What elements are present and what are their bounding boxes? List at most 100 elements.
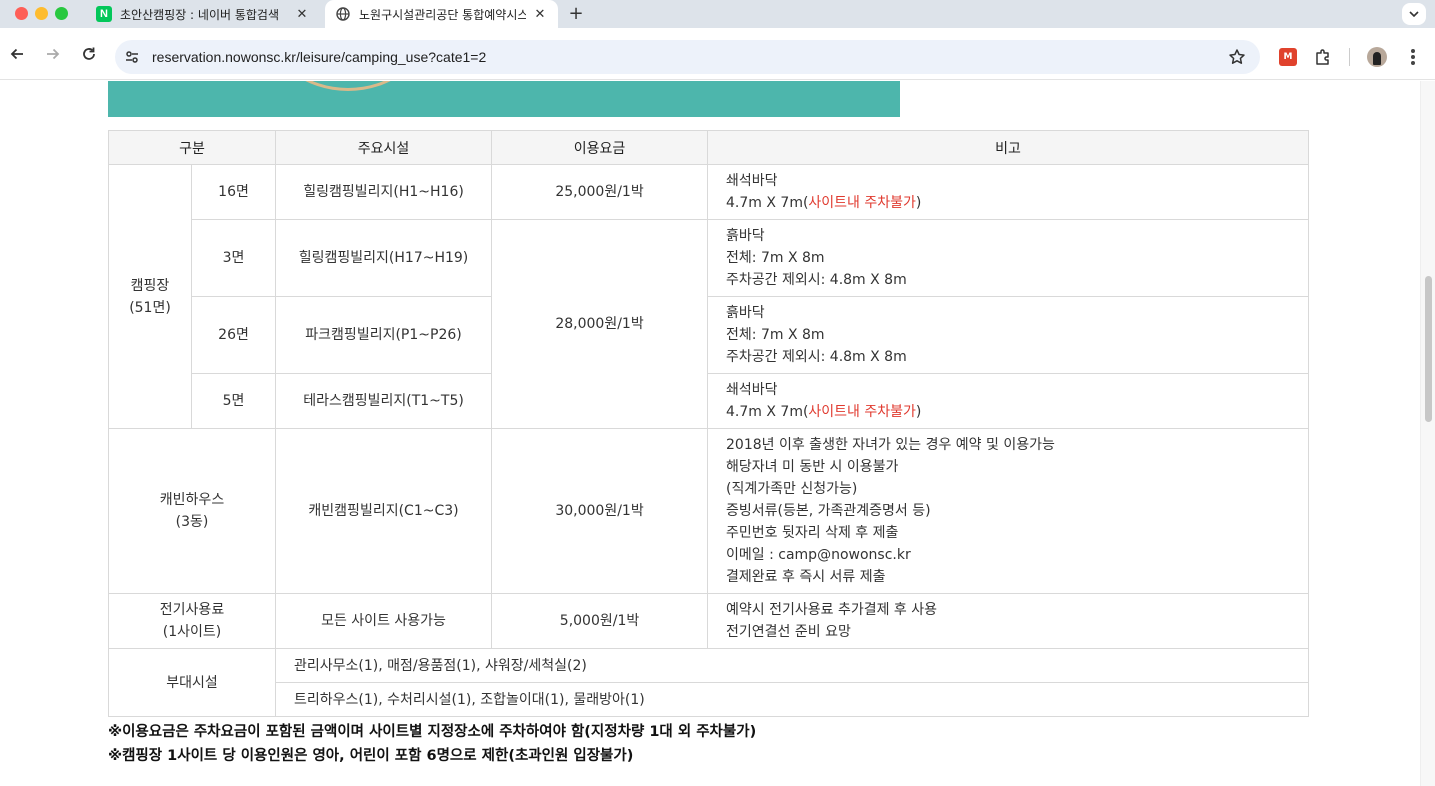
price-cell: 30,000원/1박 xyxy=(491,428,709,594)
price-cell: 28,000원/1박 xyxy=(491,219,709,429)
note-line: 증빙서류(등본, 가족관계증명서 등) xyxy=(726,503,931,519)
chevron-down-icon xyxy=(1409,11,1419,17)
toolbar-divider xyxy=(1349,48,1350,66)
amenities-line: 관리사무소(1), 매점/용품점(1), 샤워장/세척실(2) xyxy=(275,648,1310,683)
bookmark-star-icon[interactable] xyxy=(1228,48,1246,66)
globe-icon xyxy=(335,6,351,22)
tab-reservation[interactable]: 노원구시설관리공단 통합예약시스템 ✕ xyxy=(325,0,558,28)
note-line: 흙바닥 xyxy=(726,228,765,244)
tab-search-button[interactable] xyxy=(1402,3,1426,25)
maximize-window-button[interactable] xyxy=(55,7,68,20)
table-row: 전기사용료 (1사이트) 모든 사이트 사용가능 5,000원/1박 예약시 전… xyxy=(107,593,1310,649)
note-line: 이메일 : camp@nowonsc.kr xyxy=(726,547,911,563)
note-cell: 흙바닥 전체: 7m X 8m 주차공간 제외시: 4.8m X 8m xyxy=(707,219,1310,297)
footnote-parking: ※이용요금은 주차요금이 포함된 금액이며 사이트별 지정장소에 주차하여야 함… xyxy=(108,724,757,740)
table-row: 부대시설 관리사무소(1), 매점/용품점(1), 샤워장/세척실(2) xyxy=(107,648,1310,717)
table-row: 26면 파크캠핑빌리지(P1~P26) 흙바닥 전체: 7m X 8m 주차공간… xyxy=(109,296,1310,374)
browser-toolbar: reservation.nowonsc.kr/leisure/camping_u… xyxy=(0,28,1435,80)
table-row: 트리하우스(1), 수처리시설(1), 조합놀이대(1), 물래방아(1) xyxy=(109,682,1310,717)
note-line: 결제완료 후 즉시 서류 제출 xyxy=(726,569,886,585)
camping-group-cell: 캠핑장 (51면) xyxy=(108,164,192,429)
close-icon[interactable]: ✕ xyxy=(532,6,548,22)
parking-warning: 사이트내 주차불가 xyxy=(808,404,916,420)
note-text: ) xyxy=(915,195,922,211)
url-text: reservation.nowonsc.kr/leisure/camping_u… xyxy=(152,49,487,65)
table-row: 5면 테라스캠핑빌리지(T1~T5) 쇄석바닥 4.7m X 7m(사이트내 주… xyxy=(109,373,1310,429)
extension-icon[interactable]: M xyxy=(1279,48,1297,66)
reload-button[interactable] xyxy=(78,43,100,65)
facility-cell: 파크캠핑빌리지(P1~P26) xyxy=(275,296,493,374)
facility-cell: 힐링캠핑빌리지(H1~H16) xyxy=(275,164,493,220)
note-line: 2018년 이후 출생한 자녀가 있는 경우 예약 및 이용가능 xyxy=(726,437,1055,453)
minimize-window-button[interactable] xyxy=(35,7,48,20)
note-line: 쇄석바닥 xyxy=(726,173,778,189)
site-settings-icon[interactable] xyxy=(123,48,141,66)
facility-cell: 모든 사이트 사용가능 xyxy=(275,593,493,649)
header-category: 구분 xyxy=(107,130,277,165)
note-cell: 흙바닥 전체: 7m X 8m 주차공간 제외시: 4.8m X 8m xyxy=(707,296,1310,374)
note-line: 전기연결선 준비 요망 xyxy=(726,624,851,640)
note-cell: 쇄석바닥 4.7m X 7m(사이트내 주차불가) xyxy=(707,164,1310,220)
arrow-left-icon xyxy=(10,48,23,60)
naver-icon: N xyxy=(96,6,112,22)
header-price: 이용요금 xyxy=(491,130,709,165)
electric-group-cell: 전기사용료 (1사이트) xyxy=(107,593,277,649)
note-line: 4.7m X 7m(사이트내 주차불가) xyxy=(726,192,1308,214)
table-header-row: 구분 주요시설 이용요금 비고 xyxy=(107,130,1310,165)
price-cell: 5,000원/1박 xyxy=(491,593,709,649)
tab-strip: N 초안산캠핑장 : 네이버 통합검색 ✕ 노원구시설관리공단 통합예약시스템 … xyxy=(0,0,1435,28)
note-line: (직계가족만 신청가능) xyxy=(726,481,858,497)
banner-decoration xyxy=(268,81,428,91)
tab-title: 노원구시설관리공단 통합예약시스템 xyxy=(359,7,526,22)
note-line: 예약시 전기사용료 추가결제 후 사용 xyxy=(726,602,938,618)
note-line: 흙바닥 xyxy=(726,305,765,321)
note-line: 쇄석바닥 xyxy=(726,382,778,398)
note-line: 전체: 7m X 8m xyxy=(726,327,825,343)
note-text: 4.7m X 7m( xyxy=(726,404,809,420)
note-line: 주차공간 제외시: 4.8m X 8m xyxy=(726,349,907,365)
address-bar[interactable]: reservation.nowonsc.kr/leisure/camping_u… xyxy=(115,40,1260,74)
amenities-group-cell: 부대시설 xyxy=(107,648,277,717)
header-facility: 주요시설 xyxy=(275,130,493,165)
footnote-capacity: ※캠핑장 1사이트 당 이용인원은 영아, 어린이 포함 6명으로 제한(초과인… xyxy=(108,748,634,764)
price-cell: 25,000원/1박 xyxy=(491,164,709,220)
fee-table: 구분 주요시설 이용요금 비고 캠핑장 (51면) 16면 힐링캠핑빌리지(H1… xyxy=(107,130,1310,717)
page-scrollbar[interactable] xyxy=(1420,81,1435,786)
note-line: 주민번호 뒷자리 삭제 후 제출 xyxy=(726,525,899,541)
count-cell: 3면 xyxy=(190,219,277,297)
page-content: 구분 주요시설 이용요금 비고 캠핑장 (51면) 16면 힐링캠핑빌리지(H1… xyxy=(0,81,1420,786)
more-menu-icon[interactable] xyxy=(1404,47,1422,67)
parking-warning: 사이트내 주차불가 xyxy=(808,195,916,211)
facility-cell: 캐빈캠핑빌리지(C1~C3) xyxy=(275,428,493,594)
note-line: 4.7m X 7m(사이트내 주차불가) xyxy=(726,401,1308,423)
count-cell: 16면 xyxy=(190,164,277,220)
note-cell: 쇄석바닥 4.7m X 7m(사이트내 주차불가) xyxy=(707,373,1310,429)
cabin-group-cell: 캐빈하우스 (3동) xyxy=(107,428,277,594)
facility-cell: 테라스캠핑빌리지(T1~T5) xyxy=(275,373,493,429)
note-line: 주차공간 제외시: 4.8m X 8m xyxy=(726,272,907,288)
back-button[interactable] xyxy=(6,43,28,65)
extensions-puzzle-icon[interactable] xyxy=(1314,48,1332,66)
reload-icon xyxy=(83,47,95,60)
facility-cell: 힐링캠핑빌리지(H17~H19) xyxy=(275,219,493,297)
scrollbar-thumb[interactable] xyxy=(1425,276,1432,422)
note-line: 전체: 7m X 8m xyxy=(726,250,825,266)
tab-title: 초안산캠핑장 : 네이버 통합검색 xyxy=(120,7,280,22)
tab-naver-search[interactable]: N 초안산캠핑장 : 네이버 통합검색 ✕ xyxy=(86,0,320,28)
note-cell: 2018년 이후 출생한 자녀가 있는 경우 예약 및 이용가능 해당자녀 미 … xyxy=(707,428,1310,594)
amenities-line: 트리하우스(1), 수처리시설(1), 조합놀이대(1), 물래방아(1) xyxy=(275,682,1310,717)
close-icon[interactable]: ✕ xyxy=(294,6,310,22)
note-cell: 예약시 전기사용료 추가결제 후 사용 전기연결선 준비 요망 xyxy=(707,593,1310,649)
close-window-button[interactable] xyxy=(15,7,28,20)
header-note: 비고 xyxy=(707,130,1310,165)
note-text: ) xyxy=(915,404,922,420)
profile-avatar[interactable] xyxy=(1367,47,1387,67)
new-tab-button[interactable]: + xyxy=(566,4,586,24)
note-text: 4.7m X 7m( xyxy=(726,195,809,211)
count-cell: 26면 xyxy=(190,296,277,374)
table-row: 캐빈하우스 (3동) 캐빈캠핑빌리지(C1~C3) 30,000원/1박 201… xyxy=(107,428,1310,594)
camping-map-banner xyxy=(108,81,900,117)
table-row: 캠핑장 (51면) 16면 힐링캠핑빌리지(H1~H16) 25,000원/1박… xyxy=(108,164,1310,429)
table-row: 3면 힐링캠핑빌리지(H17~H19) 28,000원/1박 흙바닥 전체: 7… xyxy=(109,219,1310,429)
forward-button[interactable] xyxy=(42,43,64,65)
